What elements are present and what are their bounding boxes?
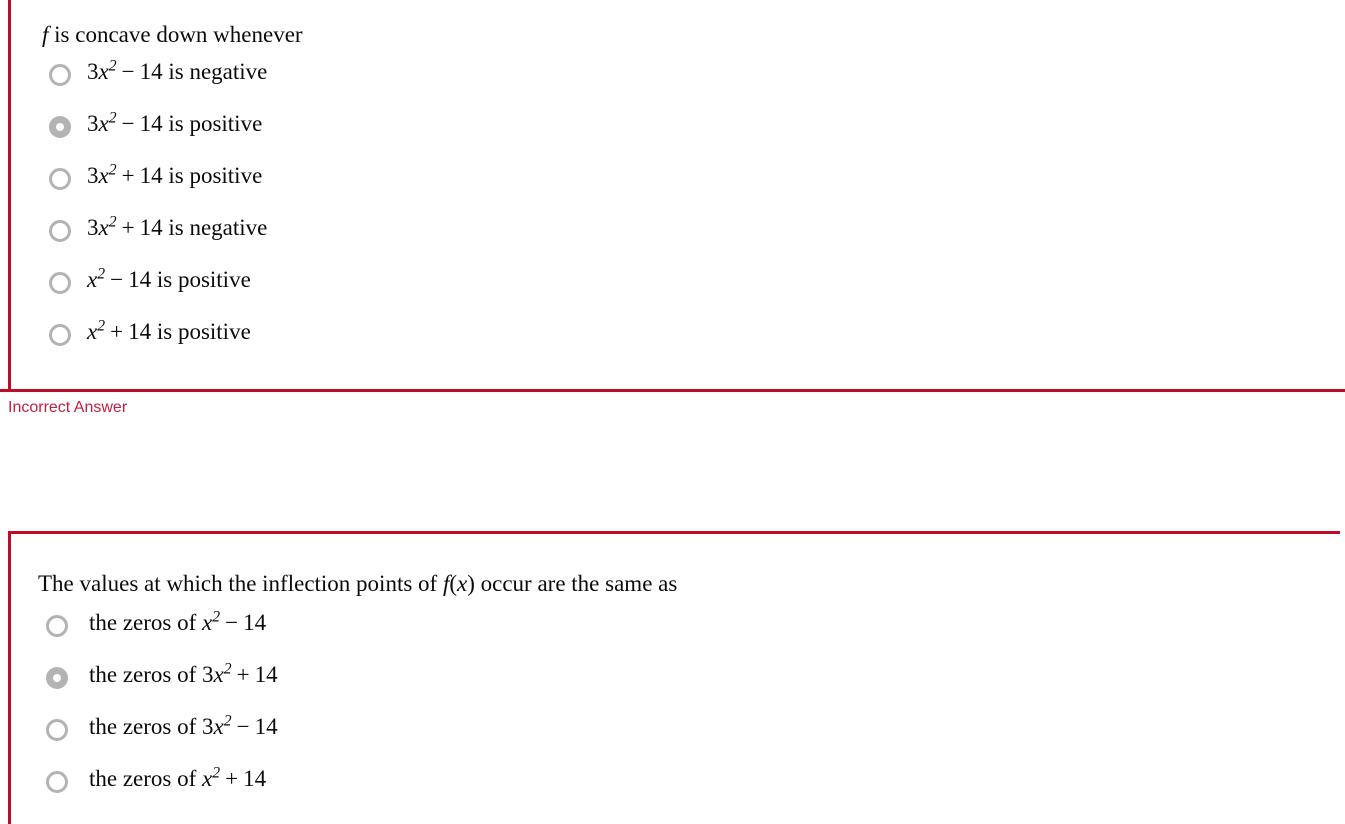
math-variable: x <box>98 59 109 84</box>
text-run: 3 <box>87 163 99 188</box>
quiz-page: f is concave down whenever 3x2−14 is neg… <box>0 0 1345 824</box>
answer-option-list: 3x2−14 is negative 3x2−14 is positive 3x2 +… <box>11 58 1345 370</box>
radio-button[interactable] <box>46 771 68 793</box>
radio-button[interactable] <box>46 615 68 637</box>
math-variable: x <box>98 215 109 240</box>
text-run: 14 <box>243 766 267 791</box>
text-run: the zeros of <box>89 610 203 635</box>
text-run: 14 <box>254 662 278 687</box>
math-exponent: 2 <box>223 712 232 730</box>
answer-option[interactable]: x2−14 is positive <box>11 266 1345 318</box>
text-run: 14 is positive <box>139 111 263 136</box>
math-operator: − <box>225 610 239 635</box>
question-body: f is concave down whenever 3x2−14 is neg… <box>11 0 1345 389</box>
math-operator: − <box>236 714 250 739</box>
math-exponent: 2 <box>108 109 117 127</box>
answer-option[interactable]: the zeros of x2−14 <box>11 609 1340 661</box>
math-operator: + <box>225 766 239 791</box>
answer-option[interactable]: 3x2 +14 is positive <box>11 162 1345 214</box>
text-run: ) occur are the same as <box>467 571 678 596</box>
math-exponent: 2 <box>108 57 117 75</box>
answer-option-label: 3x2 +14 is positive <box>87 162 262 187</box>
text-run: 14 is negative <box>139 215 268 240</box>
answer-option-label: the zeros of x2−14 <box>89 609 266 634</box>
answer-option[interactable]: x2 +14 is positive <box>11 318 1345 370</box>
math-operator: + <box>121 163 135 188</box>
math-variable: x <box>202 766 213 791</box>
math-operator: − <box>110 267 124 292</box>
answer-option-label: 3x2 +14 is negative <box>87 214 267 239</box>
feedback-message: Incorrect Answer <box>8 399 128 416</box>
math-exponent: 2 <box>223 660 232 678</box>
math-variable: x <box>87 319 98 344</box>
answer-option[interactable]: 3x2−14 is negative <box>11 58 1345 110</box>
radio-button[interactable] <box>49 324 71 346</box>
text-run: 14 is positive <box>128 319 251 344</box>
math-exponent: 2 <box>212 608 221 626</box>
answer-option[interactable]: the zeros of 3x2−14 <box>11 713 1340 765</box>
question-body: The values at which the inflection point… <box>11 534 1340 824</box>
radio-button[interactable] <box>49 168 71 190</box>
answer-option-label: 3x2−14 is negative <box>87 58 267 83</box>
math-variable: x <box>98 111 109 136</box>
math-exponent: 2 <box>108 213 117 231</box>
text-run: 14 is positive <box>128 267 251 292</box>
text-run: the zeros of 3 <box>89 714 214 739</box>
radio-button[interactable] <box>49 64 71 86</box>
text-run: 3 <box>87 59 99 84</box>
text-run: 3 <box>87 215 99 240</box>
radio-button[interactable] <box>46 719 68 741</box>
math-exponent: 2 <box>108 161 117 179</box>
math-operator: + <box>121 215 135 240</box>
answer-option[interactable]: 3x2−14 is positive <box>11 110 1345 162</box>
text-run: 14 <box>254 714 278 739</box>
question-block-inflection-points: The values at which the inflection point… <box>8 531 1340 824</box>
answer-option-label: the zeros of 3x2−14 <box>89 713 278 738</box>
math-operator: + <box>236 662 250 687</box>
math-operator: − <box>121 59 135 84</box>
text-run: The values at which the inflection point… <box>38 571 443 596</box>
math-variable: x <box>457 571 468 596</box>
text-run: ( <box>449 571 458 596</box>
math-variable: x <box>213 662 224 687</box>
radio-button[interactable] <box>49 220 71 242</box>
math-exponent: 2 <box>97 317 106 335</box>
answer-option-label: the zeros of x2 +14 <box>89 765 266 790</box>
question-prompt: The values at which the inflection point… <box>38 572 677 595</box>
text-run: 3 <box>87 111 99 136</box>
question-block-concavity: f is concave down whenever 3x2−14 is neg… <box>8 0 1345 392</box>
answer-option-list: the zeros of x2−14 the zeros of 3x2 +14 the… <box>11 609 1340 817</box>
radio-button[interactable] <box>49 272 71 294</box>
math-exponent: 2 <box>97 265 106 283</box>
math-operator: + <box>110 319 124 344</box>
text-run: 14 is negative <box>139 59 268 84</box>
text-run: the zeros of <box>89 766 203 791</box>
math-variable: x <box>213 714 224 739</box>
question-block-bottom-rule <box>0 389 1345 392</box>
answer-option-label: x2−14 is positive <box>87 266 251 291</box>
math-variable: x <box>202 610 213 635</box>
math-variable: x <box>87 267 98 292</box>
text-run: 14 <box>243 610 267 635</box>
text-run: 14 is positive <box>139 163 263 188</box>
answer-option-label: the zeros of 3x2 +14 <box>89 661 278 686</box>
math-variable: x <box>98 163 109 188</box>
radio-button-selected[interactable] <box>49 116 71 138</box>
text-run: the zeros of 3 <box>89 662 214 687</box>
question-prompt: f is concave down whenever <box>42 23 303 46</box>
radio-button-selected[interactable] <box>46 667 68 689</box>
math-exponent: 2 <box>212 764 221 782</box>
math-operator: − <box>121 111 135 136</box>
answer-option-label: x2 +14 is positive <box>87 318 251 343</box>
text-run: is concave down whenever <box>48 22 303 47</box>
answer-option[interactable]: 3x2 +14 is negative <box>11 214 1345 266</box>
answer-option[interactable]: the zeros of x2 +14 <box>11 765 1340 817</box>
answer-option[interactable]: the zeros of 3x2 +14 <box>11 661 1340 713</box>
answer-option-label: 3x2−14 is positive <box>87 110 262 135</box>
